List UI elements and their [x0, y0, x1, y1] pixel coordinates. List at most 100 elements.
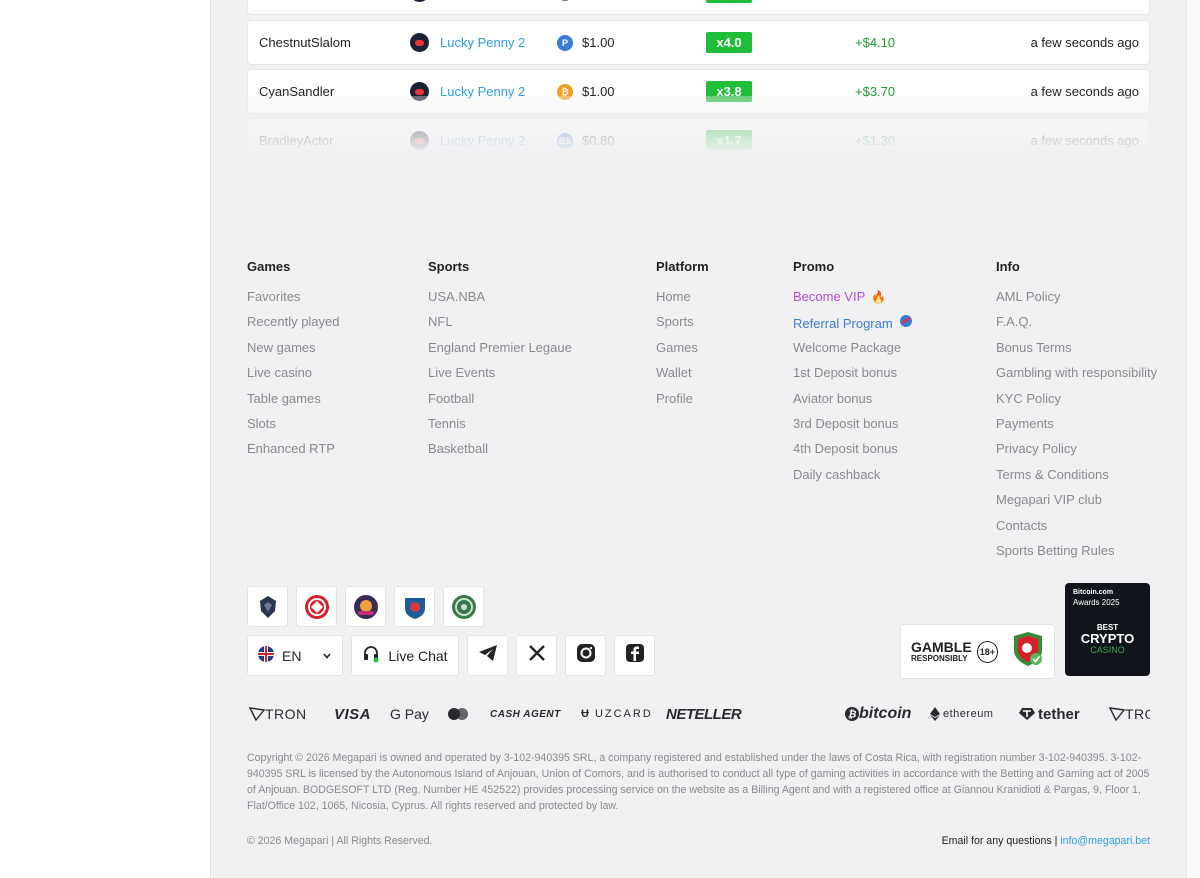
tron-logo: TRON: [249, 702, 307, 726]
footer-link[interactable]: Live Events: [428, 365, 572, 390]
language-select[interactable]: EN: [247, 635, 343, 676]
telegram-icon: [478, 644, 498, 667]
footer-link[interactable]: AML Policy: [996, 289, 1157, 314]
footer-link[interactable]: Table games: [247, 391, 340, 416]
footer-link[interactable]: F.A.Q.: [996, 314, 1157, 339]
footer-link[interactable]: Football: [428, 391, 572, 416]
footer-link[interactable]: Live casino: [247, 365, 340, 390]
award-badge[interactable]: Bitcoin.com Awards 2025 BEST CRYPTO CASI…: [1065, 583, 1150, 676]
footer-link[interactable]: Terms & Conditions: [996, 467, 1157, 492]
footer-link[interactable]: Enhanced RTP: [247, 441, 340, 466]
footer-link[interactable]: New games: [247, 340, 340, 365]
ethereum-label: ethereum: [943, 708, 994, 720]
bet-time: a few seconds ago: [1030, 133, 1139, 148]
footer-link[interactable]: Wallet: [656, 365, 709, 390]
instagram-button[interactable]: [565, 635, 606, 676]
copyright: © 2026 Megapari | All Rights Reserved.: [247, 835, 433, 847]
bet-amount: $1.00: [582, 84, 615, 99]
footer-col-info: Info AML Policy F.A.Q. Bonus Terms Gambl…: [996, 259, 1157, 568]
gpay-logo: G Pay: [390, 706, 429, 722]
table-row[interactable]: CyanSandler Lucky Penny 2 ₿ $1.00 x3.8 +…: [247, 69, 1150, 114]
neteller-logo: NETELLER: [666, 705, 742, 723]
footer-link[interactable]: Daily cashback: [793, 467, 913, 492]
become-vip-link[interactable]: Become VIP 🔥: [793, 289, 913, 314]
multiplier-badge: x3.8: [706, 81, 752, 102]
multiplier-badge: x1.7: [706, 130, 752, 150]
gamer-avatar-icon[interactable]: [345, 586, 386, 627]
tron-logo-2: TRON: [1109, 702, 1150, 726]
gamble-responsibly-badge[interactable]: GAMBLE RESPONSIBLY 18+: [900, 624, 1055, 679]
referral-icon: [899, 314, 913, 332]
bet-profit: +$3.70: [855, 84, 896, 99]
footer-link[interactable]: Favorites: [247, 289, 340, 314]
facebook-button[interactable]: [614, 635, 655, 676]
table-row[interactable]: ChestnutSlalom Lucky Penny 2 P $1.00 x4.…: [247, 20, 1150, 65]
footer-link[interactable]: Basketball: [428, 441, 572, 466]
celtic-crest-icon[interactable]: [443, 586, 484, 627]
club-badge-red-icon[interactable]: [296, 586, 337, 627]
footer-link[interactable]: Tennis: [428, 416, 572, 441]
footer-link[interactable]: 1st Deposit bonus: [793, 365, 913, 390]
club-crest-blue-icon[interactable]: [394, 586, 435, 627]
table-row[interactable]: BradleyActor Lucky Penny 2 BS $0.80 x1.7…: [247, 118, 1150, 150]
footer-link[interactable]: Gambling with responsibility: [996, 365, 1157, 390]
tether-logo: tether: [1019, 702, 1080, 726]
footer-link[interactable]: Welcome Package: [793, 340, 913, 365]
tron-label: TRON: [1125, 706, 1150, 722]
footer-link[interactable]: USA.NBA: [428, 289, 572, 314]
bet-game-link[interactable]: Lucky Penny 2: [440, 35, 525, 50]
live-chat-button[interactable]: Live Chat: [351, 635, 459, 676]
bet-game-link[interactable]: Lucky Penny 2: [440, 133, 525, 148]
scrollbar[interactable]: [1186, 0, 1200, 878]
bitcoin-logo: ₿ bitcoin: [845, 702, 911, 726]
visa-logo: VISA: [334, 705, 372, 723]
email-link[interactable]: info@megapari.bet: [1060, 835, 1150, 847]
referral-program-link[interactable]: Referral Program: [793, 314, 913, 339]
left-sidebar: [0, 0, 211, 878]
footer-col-title: Info: [996, 259, 1020, 274]
bet-time: a few seconds ago: [1030, 84, 1139, 99]
bet-user[interactable]: CyanSandler: [259, 84, 334, 99]
payment-methods: TRON VISA G Pay CASH AGENT Ʉ UZCARD NETE…: [247, 702, 1150, 726]
telegram-button[interactable]: [467, 635, 508, 676]
footer-col-title: Games: [247, 259, 291, 274]
bet-game-link[interactable]: Lucky Penny 2: [440, 84, 525, 99]
bet-user[interactable]: ChestnutSlalom: [259, 35, 351, 50]
email-label: Email for any questions |: [941, 835, 1058, 847]
footer-link[interactable]: Bonus Terms: [996, 340, 1157, 365]
x-button[interactable]: [516, 635, 557, 676]
footer-link[interactable]: Home: [656, 289, 709, 314]
footer-link[interactable]: Profile: [656, 391, 709, 416]
footer-col-title: Promo: [793, 259, 835, 274]
tether-label: tether: [1038, 705, 1080, 723]
footer-link[interactable]: 4th Deposit bonus: [793, 441, 913, 466]
footer-link[interactable]: Sports Betting Rules: [996, 543, 1157, 568]
bet-amount: $1.00: [582, 35, 615, 50]
footer-link[interactable]: Recently played: [247, 314, 340, 339]
footer-link[interactable]: 3rd Deposit bonus: [793, 416, 913, 441]
award-brand: Bitcoin.com: [1073, 589, 1114, 596]
coin-icon: [557, 0, 573, 1]
footer-link[interactable]: KYC Policy: [996, 391, 1157, 416]
tron-label: TRON: [265, 706, 307, 722]
footer-link[interactable]: Contacts: [996, 518, 1157, 543]
chevron-down-icon: [322, 648, 332, 664]
bet-user[interactable]: BradleyActor: [259, 133, 333, 148]
ethereum-logo: ethereum: [930, 702, 993, 726]
table-row[interactable]: [247, 0, 1150, 15]
footer-link[interactable]: Privacy Policy: [996, 441, 1157, 466]
coin-icon: BS: [557, 132, 573, 149]
coin-icon: P: [557, 34, 573, 51]
svg-text:₿: ₿: [848, 708, 857, 721]
footer-link[interactable]: England Premier Legaue: [428, 340, 572, 365]
bet-profit: +$1.30: [855, 133, 896, 148]
footer-link[interactable]: NFL: [428, 314, 572, 339]
footer-link[interactable]: Slots: [247, 416, 340, 441]
footer-link[interactable]: Megapari VIP club: [996, 492, 1157, 517]
lion-logo-icon[interactable]: [247, 586, 288, 627]
footer-link[interactable]: Sports: [656, 314, 709, 339]
footer-link[interactable]: Games: [656, 340, 709, 365]
game-icon: [410, 0, 429, 2]
footer-link[interactable]: Payments: [996, 416, 1157, 441]
footer-link[interactable]: Aviator bonus: [793, 391, 913, 416]
